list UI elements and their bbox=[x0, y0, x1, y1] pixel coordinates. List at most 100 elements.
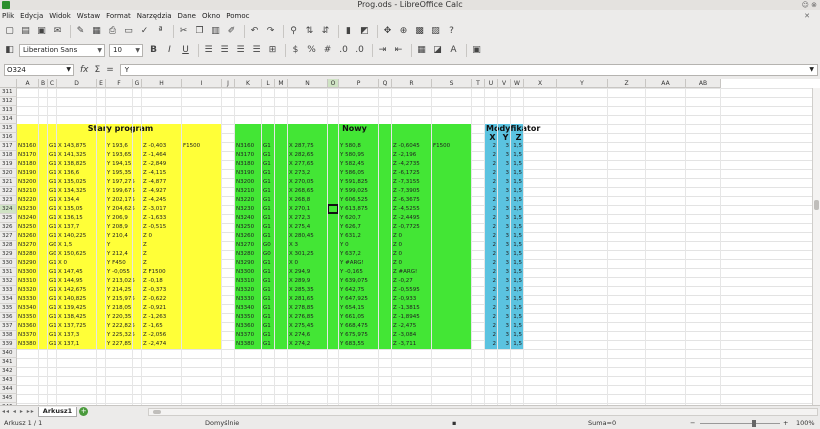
column-header-k[interactable]: K bbox=[235, 79, 262, 88]
borders-icon[interactable]: ▦ bbox=[415, 44, 428, 57]
bold-button[interactable]: B bbox=[147, 44, 160, 57]
merge-icon[interactable]: ⊞ bbox=[266, 44, 279, 57]
scroll-thumb[interactable] bbox=[153, 409, 162, 414]
column-header-t[interactable]: T bbox=[472, 79, 485, 88]
select-all-corner[interactable] bbox=[0, 79, 17, 88]
row-header[interactable]: 323 bbox=[0, 196, 17, 205]
column-header-r[interactable]: R bbox=[392, 79, 432, 88]
add-decimal-icon[interactable]: .0 bbox=[337, 44, 350, 57]
column-header-a[interactable]: A bbox=[17, 79, 39, 88]
horizontal-scrollbar[interactable] bbox=[148, 407, 819, 416]
row-header[interactable]: 337 bbox=[0, 322, 17, 331]
redo-icon[interactable]: ↷ bbox=[264, 25, 277, 38]
column-header-c[interactable]: C bbox=[48, 79, 57, 88]
column-header-j[interactable]: J bbox=[222, 79, 235, 88]
row-header[interactable]: 335 bbox=[0, 304, 17, 313]
spellcheck-icon[interactable]: ✓ bbox=[138, 25, 151, 38]
sum-icon[interactable]: Σ bbox=[95, 65, 101, 75]
row-header[interactable]: 324 bbox=[0, 205, 17, 214]
row-header[interactable]: 317 bbox=[0, 142, 17, 151]
row-header[interactable]: 330 bbox=[0, 259, 17, 268]
indent-decrease-icon[interactable]: ⇤ bbox=[392, 44, 405, 57]
column-header-u[interactable]: U bbox=[485, 79, 498, 88]
datasources-icon[interactable]: ▨ bbox=[429, 25, 442, 38]
help-icon[interactable]: ? bbox=[445, 25, 458, 38]
column-header-v[interactable]: V bbox=[498, 79, 511, 88]
row-header[interactable]: 322 bbox=[0, 187, 17, 196]
row-header[interactable]: 312 bbox=[0, 97, 17, 106]
preview-icon[interactable]: ▭ bbox=[122, 25, 135, 38]
undo-icon[interactable]: ↶ bbox=[248, 25, 261, 38]
spreadsheet-grid[interactable]: A B C D E F G H I J K L M N O P Q R S T U V W X Y Z AA AB 311 312 313… bbox=[0, 79, 820, 405]
menu-wstaw[interactable]: Wstaw bbox=[77, 10, 100, 22]
column-header-f[interactable]: F bbox=[106, 79, 133, 88]
row-header[interactable]: 333 bbox=[0, 286, 17, 295]
column-header-h[interactable]: H bbox=[142, 79, 182, 88]
tab-navigation-icons[interactable]: ◂◂ ◂ ▸ ▸▸ bbox=[2, 408, 35, 415]
column-header-i[interactable]: I bbox=[182, 79, 222, 88]
font-size-select[interactable]: 10 ▼ bbox=[109, 44, 143, 57]
currency-icon[interactable]: $ bbox=[289, 44, 302, 57]
zoom-slider[interactable] bbox=[700, 423, 780, 424]
column-header-q[interactable]: Q bbox=[379, 79, 392, 88]
close-document-icon[interactable]: ✕ bbox=[804, 10, 810, 22]
save-icon[interactable]: ▣ bbox=[35, 25, 48, 38]
column-header-aa[interactable]: AA bbox=[646, 79, 686, 88]
cell-area[interactable]: Stary program Nowy Modyfikator X Y Z N3160 G1 X … bbox=[17, 88, 820, 405]
print-icon[interactable]: ⎙ bbox=[106, 25, 119, 38]
copy-icon[interactable]: ❐ bbox=[193, 25, 206, 38]
font-color-icon[interactable]: A bbox=[447, 44, 460, 57]
row-header[interactable]: 319 bbox=[0, 160, 17, 169]
justify-icon[interactable]: ☰ bbox=[250, 44, 263, 57]
row-header[interactable]: 336 bbox=[0, 313, 17, 322]
name-box[interactable]: O324 ▼ bbox=[4, 64, 74, 76]
row-header[interactable]: 320 bbox=[0, 169, 17, 178]
row-header[interactable]: 327 bbox=[0, 232, 17, 241]
column-header-d[interactable]: D bbox=[57, 79, 97, 88]
autospell-icon[interactable]: ª bbox=[154, 25, 167, 38]
menu-plik[interactable]: Plik bbox=[2, 10, 14, 22]
row-header[interactable]: 318 bbox=[0, 151, 17, 160]
zoom-in-icon[interactable]: + bbox=[783, 418, 788, 429]
open-icon[interactable]: ▤ bbox=[19, 25, 32, 38]
menu-widok[interactable]: Widok bbox=[49, 10, 71, 22]
paste-icon[interactable]: ▥ bbox=[209, 25, 222, 38]
pivot-icon[interactable]: ◩ bbox=[358, 25, 371, 38]
column-header-ab[interactable]: AB bbox=[686, 79, 721, 88]
column-header-w[interactable]: W bbox=[511, 79, 524, 88]
row-header[interactable]: 315 bbox=[0, 124, 17, 133]
row-header[interactable]: 345 bbox=[0, 394, 17, 403]
window-controls[interactable]: ☺ ⊗ bbox=[802, 0, 817, 10]
menu-pomoc[interactable]: Pomoc bbox=[226, 10, 249, 22]
column-header-z[interactable]: Z bbox=[608, 79, 646, 88]
zoom-out-icon[interactable]: − bbox=[690, 418, 695, 429]
vertical-scrollbar[interactable] bbox=[812, 88, 820, 405]
row-header[interactable]: 325 bbox=[0, 214, 17, 223]
row-header[interactable]: 343 bbox=[0, 376, 17, 385]
align-center-icon[interactable]: ☰ bbox=[218, 44, 231, 57]
column-header-s[interactable]: S bbox=[432, 79, 472, 88]
row-header[interactable]: 340 bbox=[0, 349, 17, 358]
row-header[interactable]: 316 bbox=[0, 133, 17, 142]
underline-button[interactable]: U bbox=[179, 44, 192, 57]
column-header-l[interactable]: L bbox=[262, 79, 275, 88]
font-name-select[interactable]: Liberation Sans ▼ bbox=[19, 44, 105, 57]
align-left-icon[interactable]: ☰ bbox=[202, 44, 215, 57]
new-icon[interactable]: ▢ bbox=[3, 25, 16, 38]
column-header-x[interactable]: X bbox=[524, 79, 557, 88]
row-header[interactable]: 332 bbox=[0, 277, 17, 286]
row-header[interactable]: 338 bbox=[0, 331, 17, 340]
italic-button[interactable]: I bbox=[163, 44, 176, 57]
remove-decimal-icon[interactable]: .0 bbox=[353, 44, 366, 57]
grid-lines-icon[interactable]: ▣ bbox=[470, 44, 483, 57]
row-header[interactable]: 339 bbox=[0, 340, 17, 349]
row-header[interactable]: 321 bbox=[0, 178, 17, 187]
column-header-p[interactable]: P bbox=[339, 79, 379, 88]
column-header-n[interactable]: N bbox=[288, 79, 328, 88]
column-header-y[interactable]: Y bbox=[557, 79, 608, 88]
cut-icon[interactable]: ✂ bbox=[177, 25, 190, 38]
row-header[interactable]: 344 bbox=[0, 385, 17, 394]
chart-icon[interactable]: ▮ bbox=[342, 25, 355, 38]
row-header[interactable]: 311 bbox=[0, 88, 17, 97]
sheet-tab-arkusz1[interactable]: Arkusz1 bbox=[37, 406, 78, 417]
